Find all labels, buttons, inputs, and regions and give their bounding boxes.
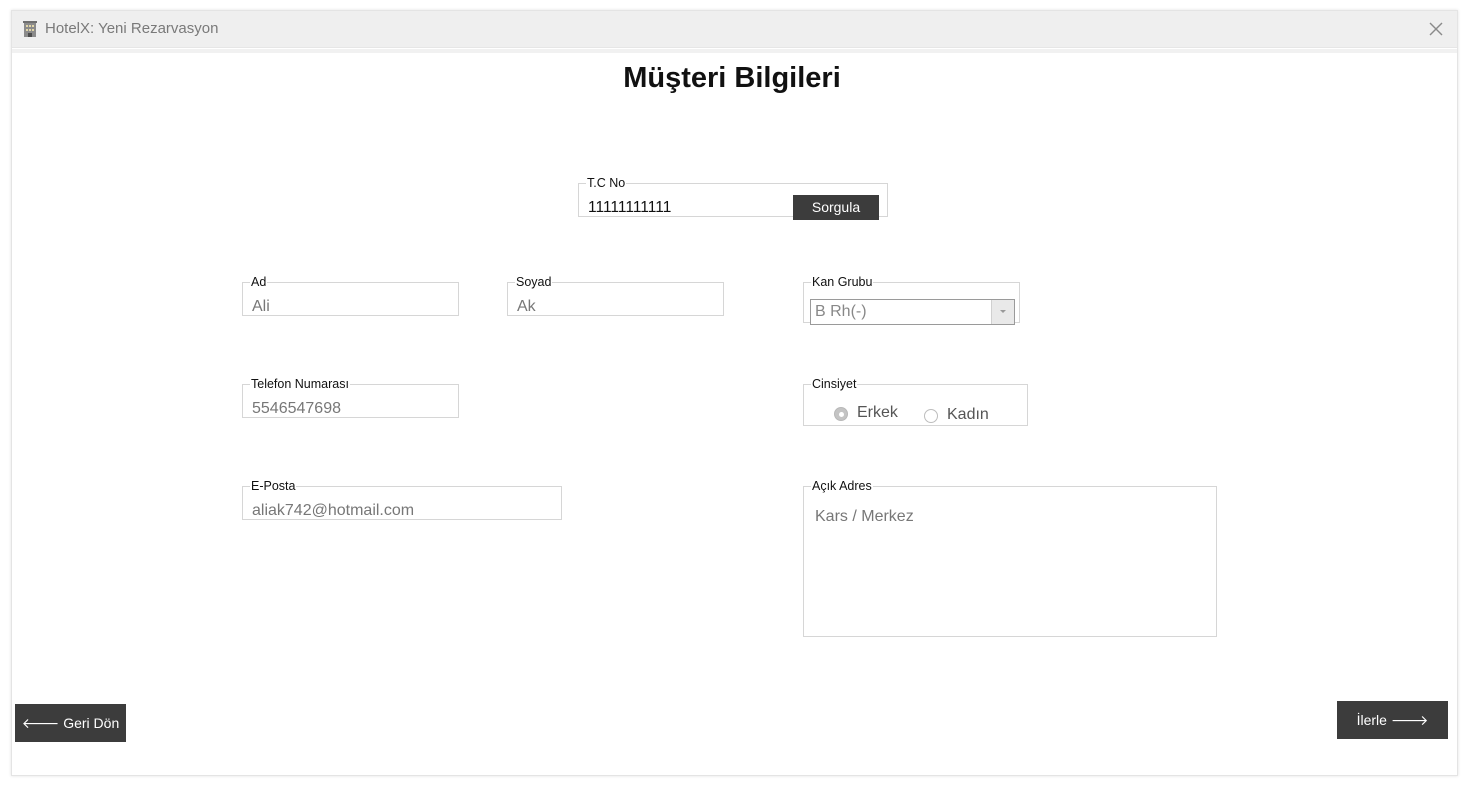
ad-label: Ad xyxy=(251,275,267,289)
tc-no-label: T.C No xyxy=(587,176,626,190)
telefon-label: Telefon Numarası xyxy=(251,377,349,391)
telefon-group: Telefon Numarası 5546547698 xyxy=(242,378,459,418)
eposta-label: E-Posta xyxy=(251,479,296,493)
kan-grubu-group: Kan Grubu B Rh(-) xyxy=(803,275,1020,325)
kan-grubu-selected: B Rh(-) xyxy=(815,303,867,320)
adres-textarea[interactable]: Kars / Merkez xyxy=(815,508,914,526)
eposta-group: E-Posta aliak742@hotmail.com xyxy=(242,480,562,520)
cinsiyet-group: Cinsiyet Erkek Kadın xyxy=(803,378,1028,426)
ad-input[interactable]: Ali xyxy=(252,298,270,316)
soyad-input[interactable]: Ak xyxy=(517,298,536,316)
page-title: Müşteri Bilgileri xyxy=(623,62,841,94)
soyad-group: Soyad Ak xyxy=(507,276,724,316)
window-title: HotelX: Yeni Rezarvasyon xyxy=(45,20,219,37)
eposta-input[interactable]: aliak742@hotmail.com xyxy=(252,502,414,520)
close-icon xyxy=(1429,22,1443,36)
telefon-input[interactable]: 5546547698 xyxy=(252,400,341,418)
arrow-right-icon: 🡒 xyxy=(1390,712,1429,728)
adres-group: Açık Adres Kars / Merkez xyxy=(803,480,1217,637)
radio-erkek-label: Erkek xyxy=(857,404,898,421)
kan-grubu-select[interactable]: B Rh(-) xyxy=(810,299,1015,325)
next-button[interactable]: İlerle 🡒 xyxy=(1337,701,1448,739)
ad-group: Ad Ali xyxy=(242,276,459,316)
soyad-label: Soyad xyxy=(516,275,552,289)
next-button-label: İlerle xyxy=(1356,712,1387,728)
reservation-window: HotelX: Yeni Rezarvasyon Müşteri Bilgile… xyxy=(11,10,1458,776)
form-content: Müşteri Bilgileri T.C No 11111111111 Sor… xyxy=(12,53,1457,775)
adres-label: Açık Adres xyxy=(812,479,872,493)
back-button[interactable]: 🡐 Geri Dön xyxy=(15,704,126,742)
back-button-label: Geri Dön xyxy=(63,715,120,731)
close-button[interactable] xyxy=(1424,17,1448,41)
radio-erkek-indicator xyxy=(834,407,848,421)
kan-grubu-label: Kan Grubu xyxy=(812,275,873,289)
title-bar: HotelX: Yeni Rezarvasyon xyxy=(12,11,1457,48)
arrow-left-icon: 🡐 xyxy=(21,715,60,731)
sorgula-button[interactable]: Sorgula xyxy=(793,195,879,220)
cinsiyet-label: Cinsiyet xyxy=(812,377,857,391)
hotel-icon xyxy=(23,21,37,37)
chevron-down-icon xyxy=(991,300,1014,324)
tc-no-input[interactable]: 11111111111 xyxy=(588,199,671,217)
radio-kadin-indicator xyxy=(924,409,938,423)
tc-no-group: T.C No 11111111111 Sorgula xyxy=(578,176,888,220)
radio-kadin-label: Kadın xyxy=(947,406,989,423)
